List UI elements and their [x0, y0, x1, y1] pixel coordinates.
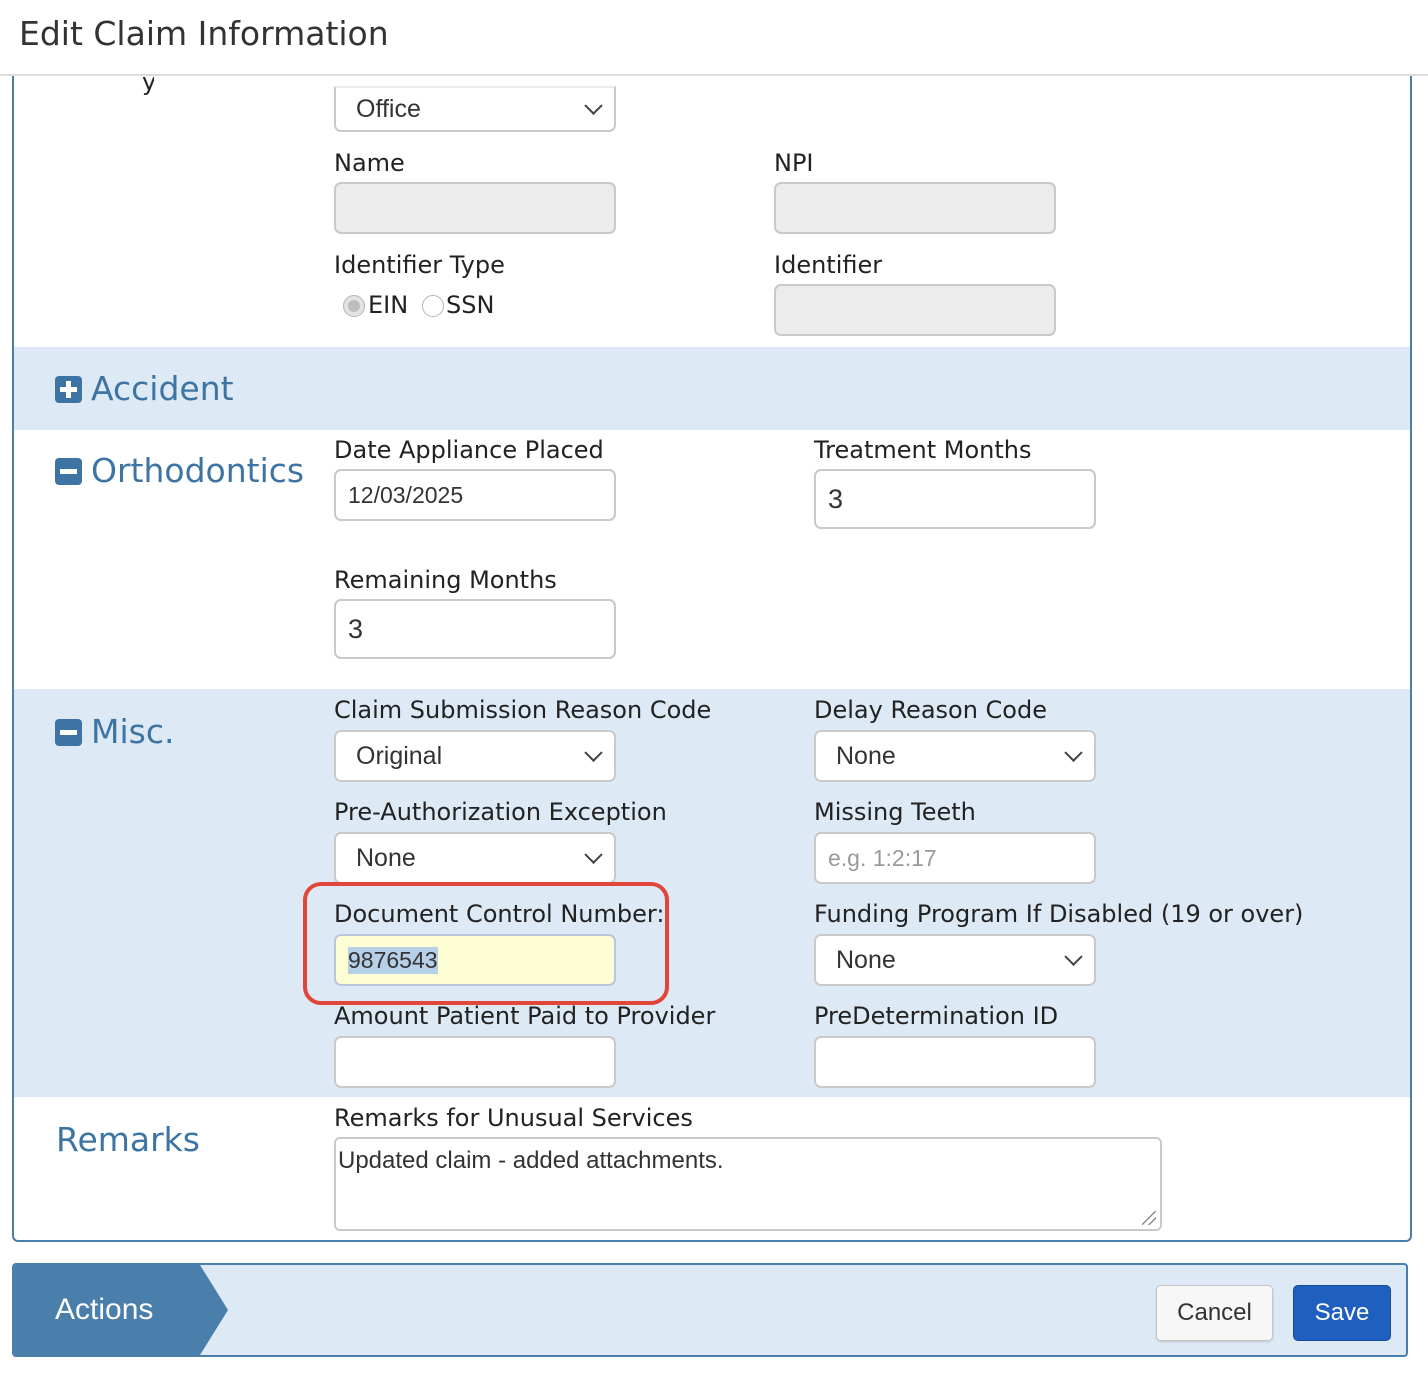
remaining-months-field[interactable]: 3 [334, 599, 616, 659]
actions-bar: Actions Cancel Save [12, 1263, 1408, 1357]
dialog-title: Edit Claim Information [19, 14, 389, 53]
ssn-radio[interactable] [422, 295, 444, 317]
ein-radio-label: EIN [368, 291, 409, 319]
provider-type-value: Office [356, 94, 421, 123]
provider-type-select[interactable]: Office [334, 86, 616, 132]
claim-form-panel: y Office Name NPI Identifier Type EIN SS… [12, 76, 1412, 1242]
claim-submission-reason-value: Original [356, 741, 443, 770]
chevron-down-icon [1064, 743, 1083, 762]
misc-section-title[interactable]: Misc. [91, 712, 174, 751]
predetermination-id-field[interactable] [814, 1036, 1096, 1088]
pre-authorization-exception-select[interactable]: None [334, 832, 616, 884]
chevron-down-icon [584, 845, 603, 864]
plus-box-icon[interactable] [55, 376, 82, 403]
save-button[interactable]: Save [1293, 1285, 1391, 1341]
chevron-down-icon [584, 96, 603, 115]
amount-patient-paid-field[interactable] [334, 1036, 616, 1088]
date-appliance-placed-field[interactable]: 12/03/2025 [334, 469, 616, 521]
pre-authorization-exception-value: None [356, 843, 416, 872]
remarks-value: Updated claim - added attachments. [338, 1147, 724, 1174]
ein-radio[interactable] [343, 295, 365, 317]
remarks-textarea[interactable]: Updated claim - added attachments. [334, 1137, 1162, 1231]
treatment-months-label: Treatment Months [814, 436, 1032, 464]
treatment-months-field[interactable]: 3 [814, 469, 1096, 529]
dialog-header: Edit Claim Information [0, 0, 1428, 76]
name-field[interactable] [334, 182, 616, 234]
funding-program-value: None [836, 945, 896, 974]
missing-teeth-label: Missing Teeth [814, 798, 976, 826]
actions-title: Actions [55, 1293, 154, 1326]
identifier-field[interactable] [774, 284, 1056, 336]
chevron-down-icon [1064, 947, 1083, 966]
cut-off-label-fragment: y [142, 76, 154, 100]
npi-field[interactable] [774, 182, 1056, 234]
date-appliance-placed-label: Date Appliance Placed [334, 436, 604, 464]
accident-section-title[interactable]: Accident [91, 369, 234, 408]
cancel-button[interactable]: Cancel [1156, 1285, 1273, 1341]
resize-grip-icon[interactable] [1142, 1211, 1156, 1225]
highlight-callout [303, 882, 669, 1005]
pre-authorization-exception-label: Pre-Authorization Exception [334, 798, 667, 826]
funding-program-select[interactable]: None [814, 934, 1096, 986]
minus-box-icon[interactable] [55, 458, 82, 485]
name-label: Name [334, 149, 405, 177]
claim-submission-reason-label: Claim Submission Reason Code [334, 696, 712, 724]
amount-patient-paid-label: Amount Patient Paid to Provider [334, 1002, 716, 1030]
delay-reason-value: None [836, 741, 896, 770]
minus-box-icon[interactable] [55, 719, 82, 746]
chevron-down-icon [584, 743, 603, 762]
remarks-section-title: Remarks [56, 1120, 200, 1159]
predetermination-id-label: PreDetermination ID [814, 1002, 1059, 1030]
remarks-label: Remarks for Unusual Services [334, 1104, 693, 1132]
ssn-radio-label: SSN [446, 291, 495, 319]
delay-reason-select[interactable]: None [814, 730, 1096, 782]
claim-submission-reason-select[interactable]: Original [334, 730, 616, 782]
accident-section: Accident [14, 347, 1410, 430]
identifier-label: Identifier [774, 251, 883, 279]
misc-section [14, 689, 1410, 1097]
remaining-months-label: Remaining Months [334, 566, 557, 594]
orthodontics-section-title[interactable]: Orthodontics [91, 451, 304, 490]
missing-teeth-field[interactable]: e.g. 1:2:17 [814, 832, 1096, 884]
identifier-type-label: Identifier Type [334, 251, 505, 279]
funding-program-label: Funding Program If Disabled (19 or over) [814, 900, 1304, 928]
npi-label: NPI [774, 149, 814, 177]
delay-reason-label: Delay Reason Code [814, 696, 1047, 724]
